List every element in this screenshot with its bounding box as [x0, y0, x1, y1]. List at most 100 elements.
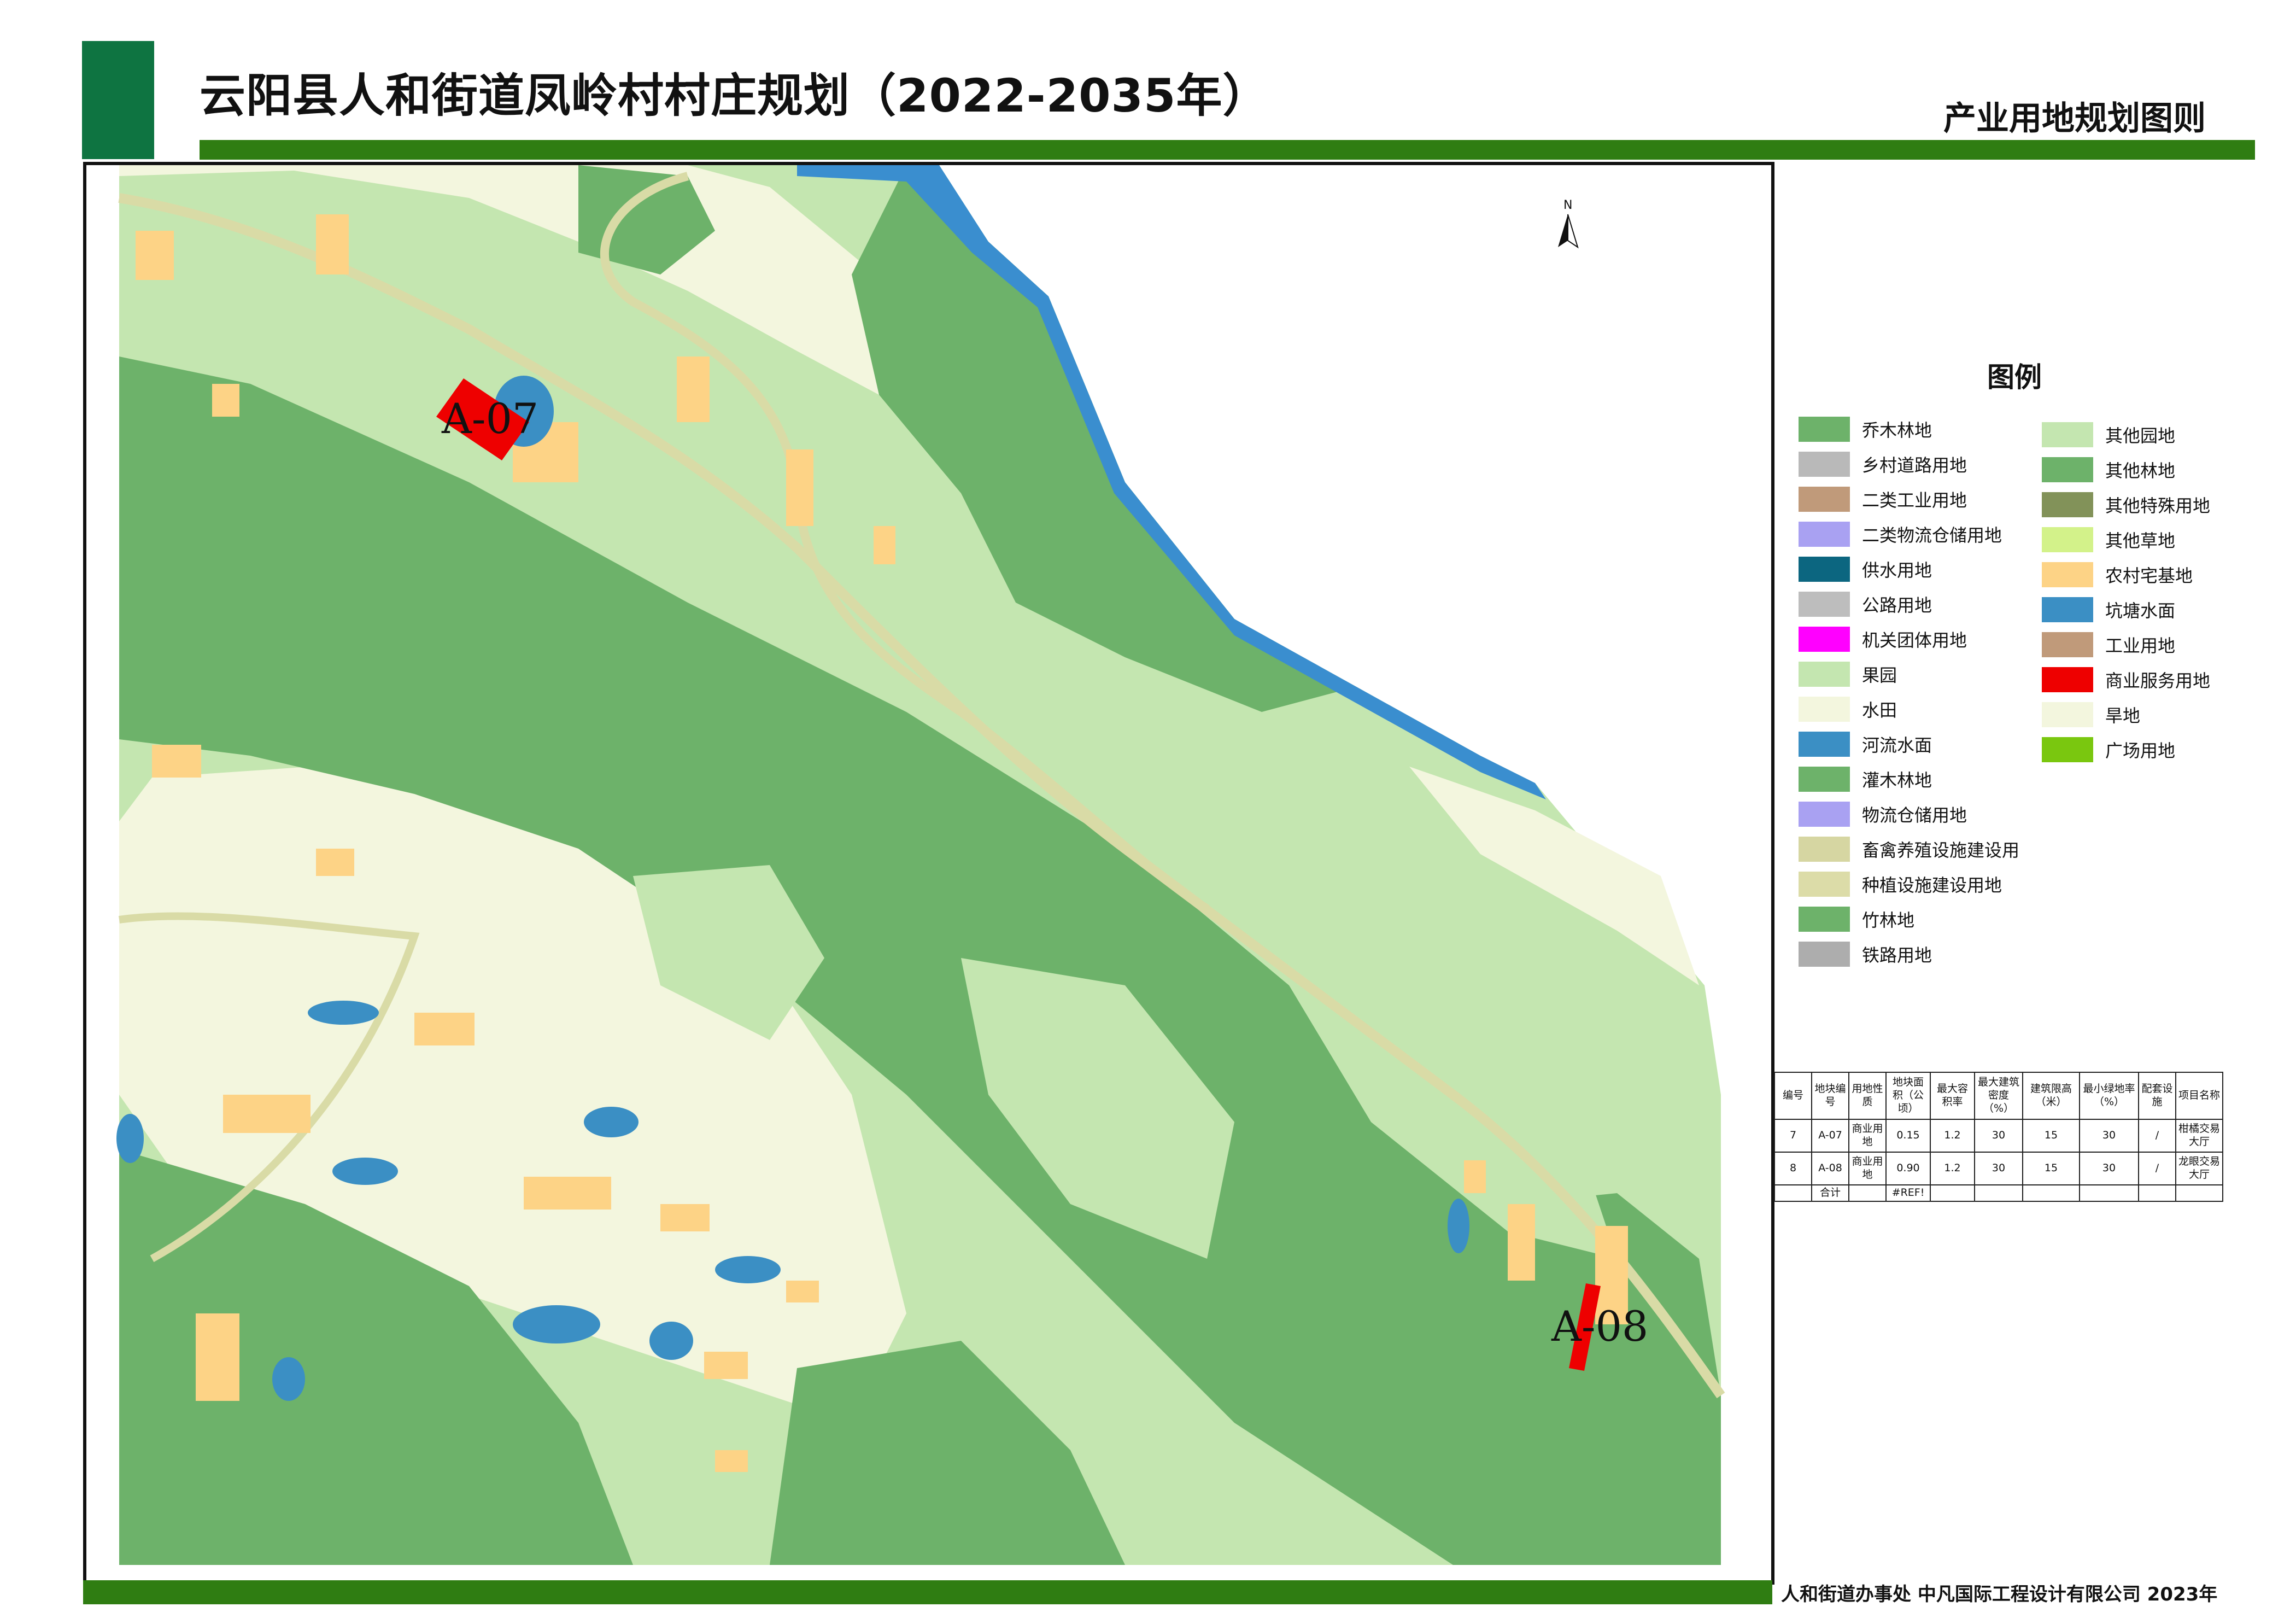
legend-label: 其他特殊用地 — [2105, 495, 2211, 516]
map-frame[interactable]: A-07 A-08 N — [83, 162, 1774, 1585]
legend-label: 畜禽养殖设施建设用 — [1862, 840, 2020, 861]
map-margin-bottom — [119, 1565, 1771, 1581]
table-cell — [2138, 1184, 2176, 1202]
legend-label: 二类工业用地 — [1862, 490, 1967, 511]
page-subtitle: 产业用地规划图则 — [1943, 100, 2206, 138]
legend-swatch — [1799, 487, 1850, 512]
legend-item: 河流水面 — [1799, 731, 1932, 758]
legend-label: 旱地 — [2105, 705, 2141, 726]
legend-item: 坑塘水面 — [2042, 596, 2175, 623]
legend-swatch — [2042, 422, 2093, 447]
brand-color-block — [82, 41, 154, 159]
legend-label: 果园 — [1862, 665, 1897, 686]
table-cell: 30 — [1974, 1152, 2023, 1185]
legend-item: 乔木林地 — [1799, 416, 1932, 443]
legend-label: 坑塘水面 — [2105, 600, 2176, 621]
legend-item: 二类工业用地 — [1799, 486, 1967, 513]
table-cell: 龙眼交易大厅 — [2175, 1152, 2223, 1185]
table-cell: 15 — [2022, 1119, 2080, 1153]
legend-swatch — [1799, 872, 1850, 897]
table-row: 7 A-07 商业用地 0.15 1.2 30 15 30/柑橘交易大厅 — [1774, 1119, 2223, 1153]
legend-title: 图例 — [1987, 361, 2042, 393]
legend-label: 农村宅基地 — [2105, 565, 2193, 586]
legend-label: 其他园地 — [2105, 425, 2176, 446]
legend-item: 其他草地 — [2042, 526, 2175, 553]
table-header-cell: 编号 — [1774, 1072, 1812, 1120]
legend-label: 广场用地 — [2105, 740, 2176, 761]
legend-swatch — [2042, 737, 2093, 762]
legend-item: 商业服务用地 — [2042, 666, 2210, 693]
legend-swatch — [1799, 557, 1850, 582]
legend-label: 乔木林地 — [1862, 420, 1932, 441]
legend-swatch — [1799, 522, 1850, 547]
legend-label: 种植设施建设用地 — [1862, 875, 2002, 896]
table-cell: 0.15 — [1885, 1119, 1931, 1153]
legend-item: 畜禽养殖设施建设用 — [1799, 836, 2019, 863]
table-cell — [2079, 1184, 2139, 1202]
table-body: 7 A-07 商业用地 0.15 1.2 30 15 30/柑橘交易大厅 8 A-08 商业用地 0.… — [1774, 1119, 2223, 1202]
table-header-row: 编号 地块编号 用地性质 地块面积（公顷） 最大容积率 最大建筑密度（%） 建筑限高（米）最… — [1774, 1072, 2223, 1120]
table-cell: 7 — [1774, 1119, 1812, 1153]
table-header-cell: 用地性质 — [1848, 1072, 1887, 1120]
land-use-map[interactable]: A-07 A-08 N — [86, 165, 1771, 1581]
legend-swatch — [2042, 702, 2093, 727]
footer-credits: 人和街道办事处 中凡国际工程设计有限公司 2023年 — [1781, 1584, 2218, 1605]
legend-label: 物流仓储用地 — [1862, 805, 1967, 826]
legend-label: 公路用地 — [1862, 595, 1932, 616]
legend-label: 灌木林地 — [1862, 770, 1932, 791]
legend-swatch — [2042, 492, 2093, 517]
legend-item: 供水用地 — [1799, 556, 1932, 583]
legend-item: 物流仓储用地 — [1799, 801, 1967, 828]
legend-label: 工业用地 — [2105, 635, 2176, 656]
legend-label: 机关团体用地 — [1862, 630, 1967, 651]
legend-swatch — [1799, 942, 1850, 967]
legend-item: 铁路用地 — [1799, 940, 1932, 968]
legend-item: 种植设施建设用地 — [1799, 871, 2002, 898]
table-cell — [2022, 1184, 2080, 1202]
table-cell — [1974, 1184, 2023, 1202]
legend-item: 旱地 — [2042, 701, 2140, 728]
table-cell — [1848, 1184, 1887, 1202]
table-header-cell: 最大容积率 — [1930, 1072, 1975, 1120]
legend-item: 机关团体用地 — [1799, 626, 1967, 653]
table-cell — [1774, 1184, 1812, 1202]
map-margin-left — [86, 165, 119, 1581]
table-cell: 30 — [2079, 1152, 2139, 1185]
page-title: 云阳县人和街道凤岭村村庄规划（2022-2035年） — [200, 69, 1269, 122]
table-cell: A-07 — [1811, 1119, 1849, 1153]
legend-item: 灌木林地 — [1799, 766, 1932, 793]
legend-swatch — [1799, 592, 1850, 617]
legend-label: 商业服务用地 — [2105, 670, 2211, 691]
legend-swatch — [2042, 632, 2093, 657]
legend-item: 乡村道路用地 — [1799, 451, 1967, 478]
legend-swatch — [2042, 457, 2093, 482]
legend-item: 果园 — [1799, 661, 1897, 688]
legend-label: 其他草地 — [2105, 530, 2176, 551]
legend-swatch — [1799, 452, 1850, 477]
legend-label: 乡村道路用地 — [1862, 455, 1967, 476]
table-header-cell: 配套设施 — [2138, 1072, 2176, 1120]
legend-label: 水田 — [1862, 700, 1897, 721]
legend-item: 公路用地 — [1799, 591, 1932, 618]
legend-swatch — [2042, 597, 2093, 622]
legend-swatch — [1799, 627, 1850, 652]
legend-label: 河流水面 — [1862, 735, 1932, 756]
table-header-cell: 建筑限高（米） — [2022, 1072, 2080, 1120]
legend-label: 其他林地 — [2105, 460, 2176, 481]
table-cell: 30 — [1974, 1119, 2023, 1153]
site-a08-label: A-08 — [1551, 1302, 1648, 1351]
table-cell: 1.2 — [1930, 1152, 1975, 1185]
table-total-label: 合计 — [1811, 1184, 1849, 1202]
legend-swatch — [1799, 732, 1850, 757]
table-header-cell: 地块面积（公顷） — [1885, 1072, 1931, 1120]
legend-swatch — [1799, 767, 1850, 792]
table-header-cell: 项目名称 — [2175, 1072, 2223, 1120]
legend-swatch — [1799, 802, 1850, 827]
footer-rule — [83, 1580, 1772, 1604]
table-row: 8 A-08 商业用地 0.90 1.2 30 15 30/龙眼交易大厅 — [1774, 1152, 2223, 1185]
site-a07-label: A-07 — [441, 394, 538, 443]
legend-item: 其他特殊用地 — [2042, 491, 2210, 518]
table-cell: 0.90 — [1885, 1152, 1931, 1185]
legend-swatch — [2042, 562, 2093, 587]
legend-swatch — [1799, 417, 1850, 442]
